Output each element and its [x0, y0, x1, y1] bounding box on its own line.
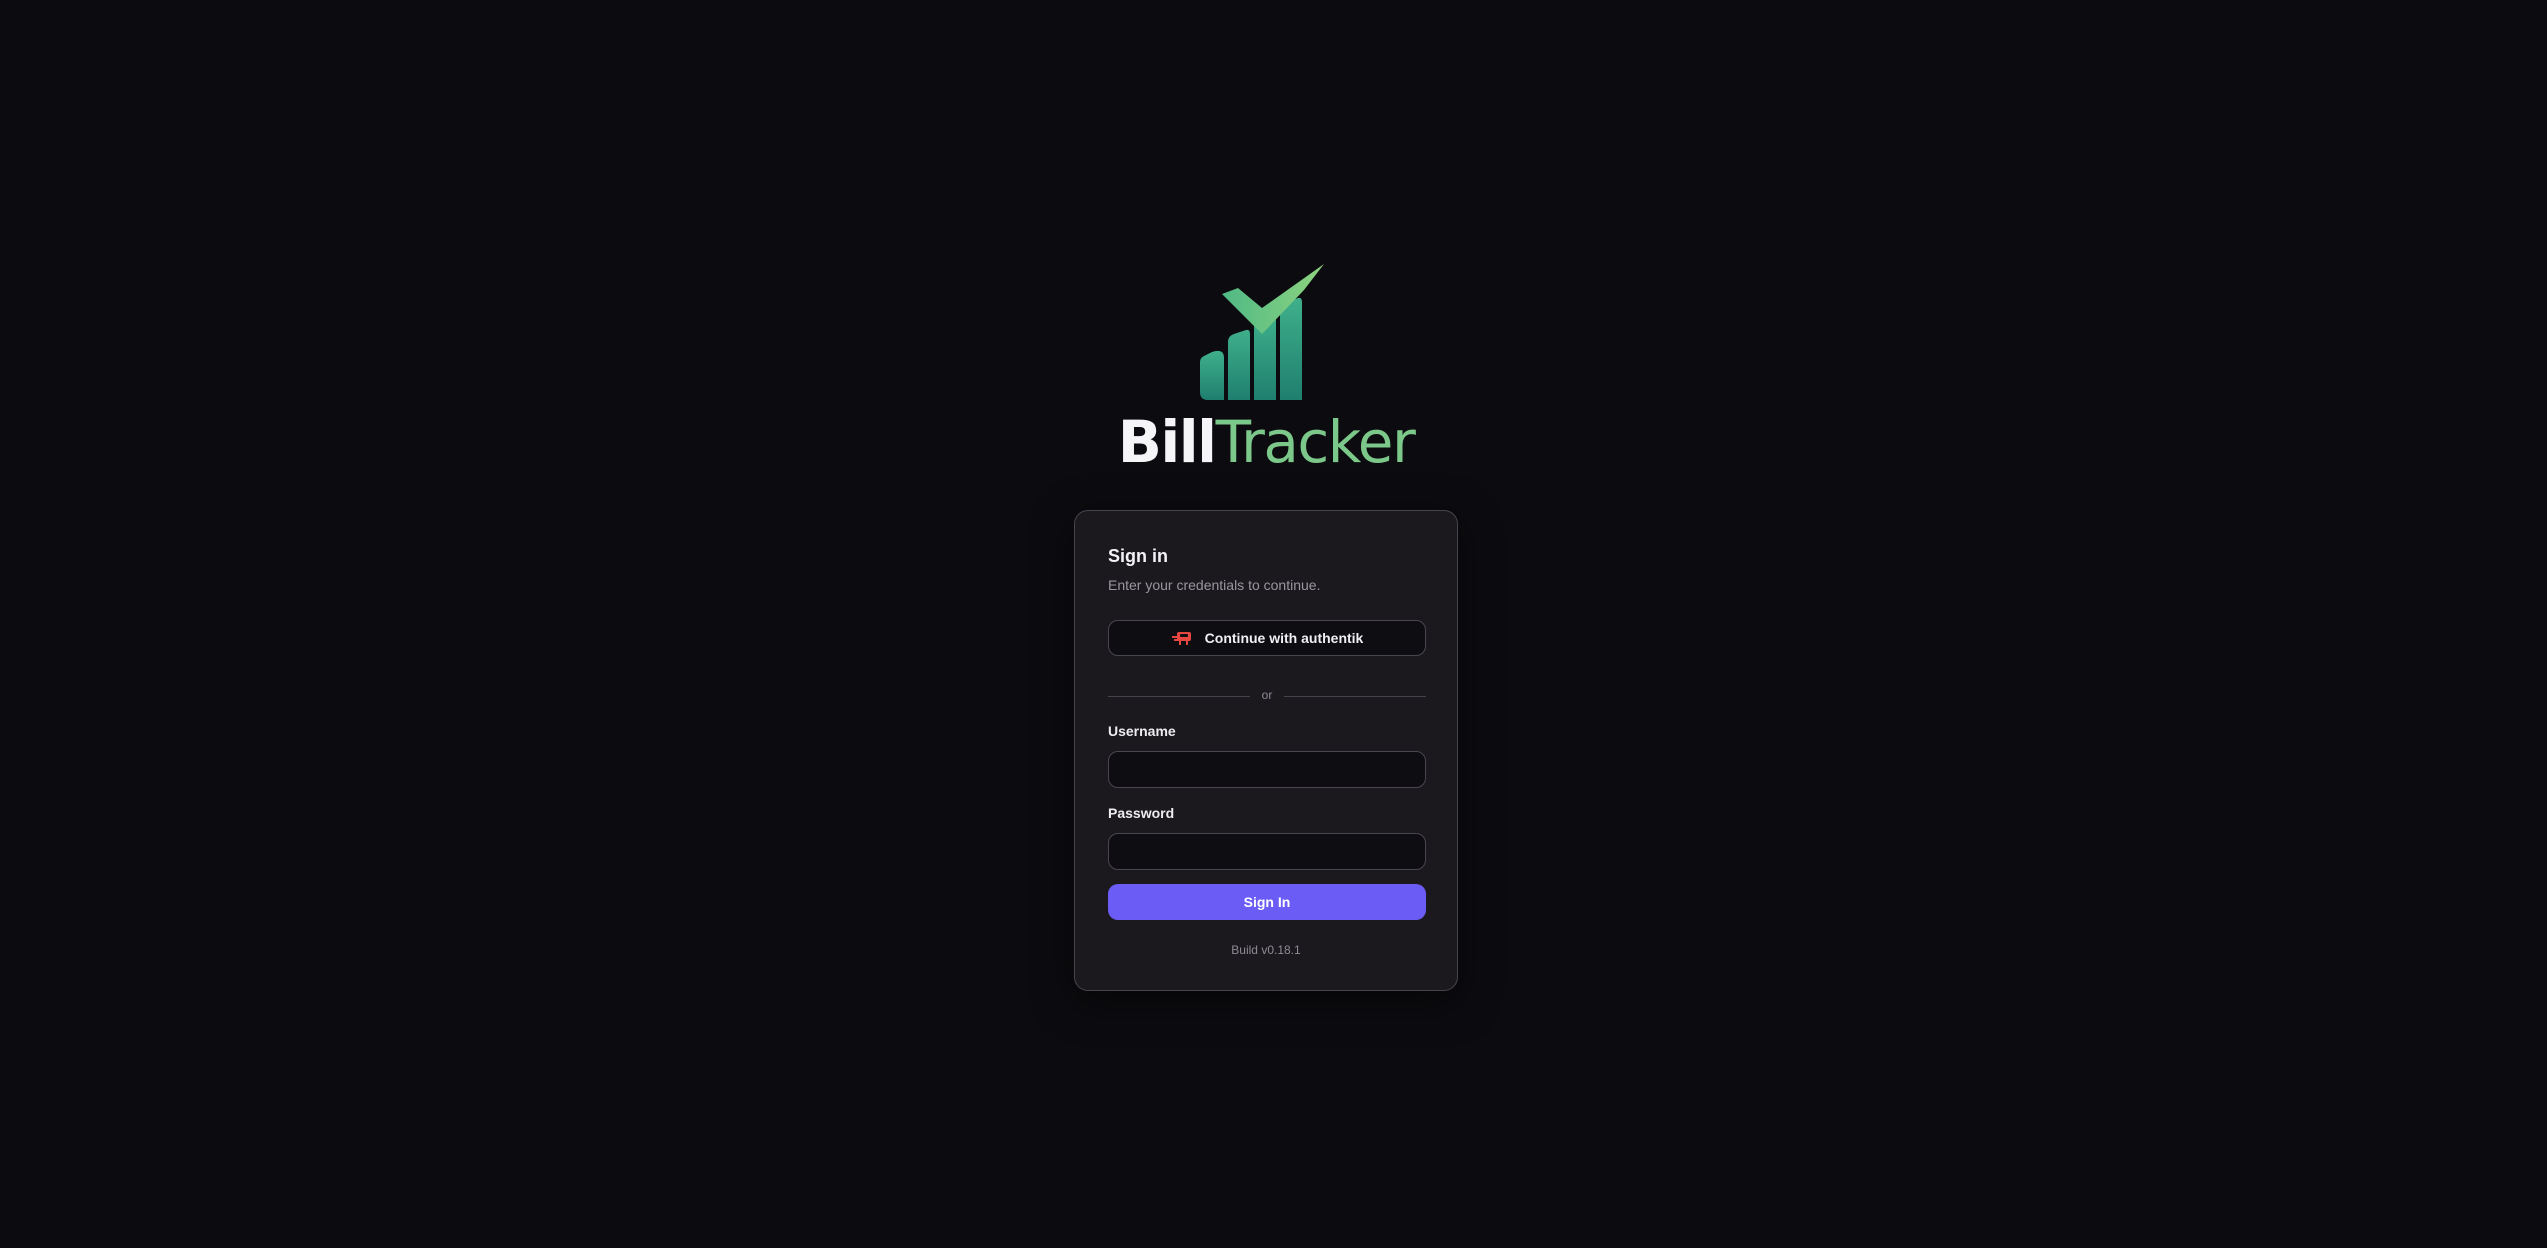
card-subtitle: Enter your credentials to continue. — [1108, 577, 1321, 593]
build-version: Build v0.18.1 — [1231, 943, 1301, 957]
divider-line-right — [1284, 696, 1426, 697]
divider-text: or — [1261, 688, 1273, 702]
or-divider: or — [1108, 688, 1426, 704]
username-field[interactable] — [1108, 751, 1426, 788]
username-label: Username — [1108, 723, 1176, 739]
card-title: Sign in — [1108, 546, 1168, 566]
sso-button-label: Continue with authentik — [1204, 630, 1364, 646]
brand-wordmark: BillTracker — [1116, 407, 1416, 477]
password-field[interactable] — [1108, 833, 1426, 870]
brand-logo: BillTracker — [1116, 262, 1416, 482]
login-card: Sign in Enter your credentials to contin… — [1074, 510, 1458, 991]
bar-chart-check-icon — [1200, 264, 1324, 400]
authentik-icon — [1171, 632, 1191, 645]
login-page: BillTracker Sign in Enter your credentia… — [0, 0, 2547, 1248]
sso-authentik-button[interactable]: Continue with authentik — [1108, 620, 1426, 656]
password-label: Password — [1108, 805, 1175, 821]
brand-name-part2: Tracker — [1215, 408, 1416, 476]
sign-in-button[interactable]: Sign In — [1108, 884, 1426, 920]
brand-name-part1: Bill — [1117, 408, 1217, 476]
